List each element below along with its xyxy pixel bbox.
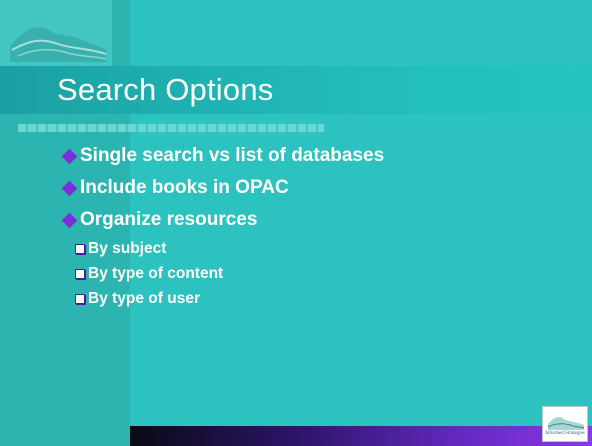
checkbox-bullet-icon: [75, 243, 85, 254]
bullet-text: Include books in OPAC: [80, 177, 289, 198]
checkbox-bullet-icon: [75, 293, 85, 304]
sub-bullet-item: By subject: [75, 236, 384, 261]
diamond-bullet-icon: [61, 148, 78, 164]
bullet-item: Single search vs list of databases: [61, 140, 385, 172]
bullet-item: Organize resources: [61, 204, 384, 236]
mountain-waves-logo-icon: [547, 416, 585, 430]
bullet-item: Include books in OPAC: [61, 172, 384, 204]
header-block: [0, 0, 112, 66]
sub-bullet-text: By type of content: [88, 264, 224, 282]
footer-logo: Informed Strategies: [542, 406, 588, 442]
logo-text: Informed Strategies: [545, 431, 585, 436]
checkbox-bullet-icon: [75, 268, 85, 279]
bullet-text: Single search vs list of databases: [80, 145, 385, 166]
bottom-accent-bar: [130, 426, 592, 446]
bullet-text: Organize resources: [80, 209, 258, 230]
title-underline: [18, 124, 324, 132]
sub-bullet-item: By type of content: [75, 261, 384, 286]
sub-bullet-text: By subject: [88, 239, 167, 257]
mountain-waves-logo-icon: [10, 27, 107, 62]
diamond-bullet-icon: [61, 180, 78, 196]
diamond-bullet-icon: [61, 212, 78, 228]
bullet-list: Single search vs list of databases Inclu…: [61, 140, 385, 311]
sub-bullet-text: By type of user: [88, 289, 200, 307]
slide-title: Search Options: [57, 72, 274, 107]
sub-bullet-item: By type of user: [75, 286, 384, 311]
slide: Search Options Single search vs list of …: [0, 0, 592, 446]
